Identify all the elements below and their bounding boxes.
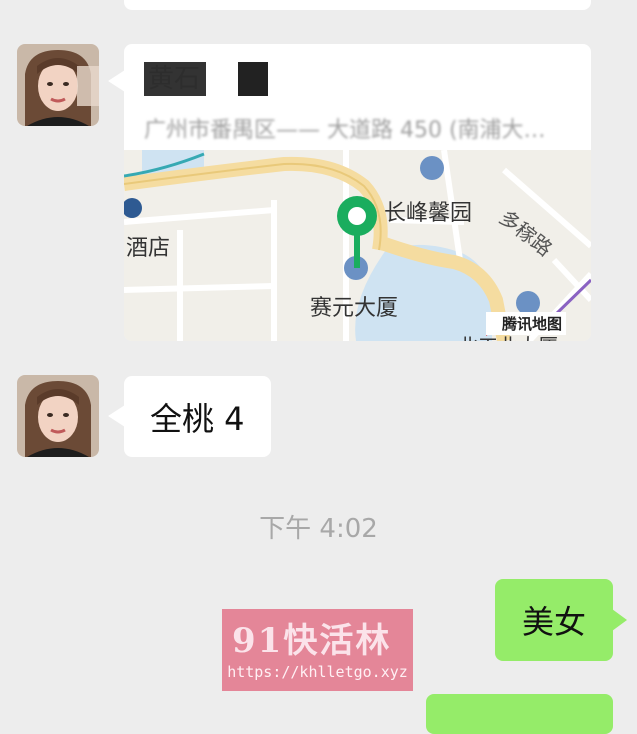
- map-poi-saiyuan: 赛元大厦: [310, 296, 399, 321]
- contact-avatar[interactable]: [17, 44, 99, 126]
- watermark-overlay: 91快活林 https://khlletgo.xyz: [222, 609, 413, 691]
- watermark-title: 91快活林: [232, 621, 392, 661]
- previous-message-bubble[interactable]: [124, 0, 591, 10]
- contact-avatar[interactable]: [17, 375, 99, 457]
- map-poi-changfeng: 长峰馨园: [384, 201, 473, 226]
- location-address: 广州市番禺区—— 大道路 450 (南浦大…: [144, 118, 546, 143]
- bubble-tail: [108, 70, 125, 92]
- message-timestamp: 下午 4:02: [259, 514, 378, 544]
- incoming-message-bubble[interactable]: 全桃 4: [124, 376, 271, 457]
- location-card[interactable]: 黄石 广州市番禺区—— 大道路 450 (南浦大… 长峰馨园 多稼路 酒店 赛元…: [124, 44, 591, 341]
- bubble-tail: [612, 609, 627, 631]
- bubble-tail: [108, 405, 125, 427]
- avatar-image: [17, 375, 99, 457]
- map-provider-logo: 腾讯地图: [486, 312, 567, 335]
- avatar-image: [17, 44, 99, 126]
- map-preview[interactable]: 长峰馨园 多稼路 酒店 赛元大厦 北工业大厦 腾讯地图: [124, 150, 591, 341]
- message-text: 美女: [521, 603, 586, 641]
- outgoing-message-bubble[interactable]: [426, 694, 613, 734]
- map-poi-hotel: 酒店: [126, 236, 171, 261]
- outgoing-message-bubble[interactable]: 美女: [495, 579, 613, 661]
- location-title: 黄石: [144, 58, 564, 98]
- watermark-url: https://khlletgo.xyz: [227, 663, 408, 681]
- message-text: 全桃 4: [150, 399, 245, 438]
- redaction-mark: [238, 61, 269, 96]
